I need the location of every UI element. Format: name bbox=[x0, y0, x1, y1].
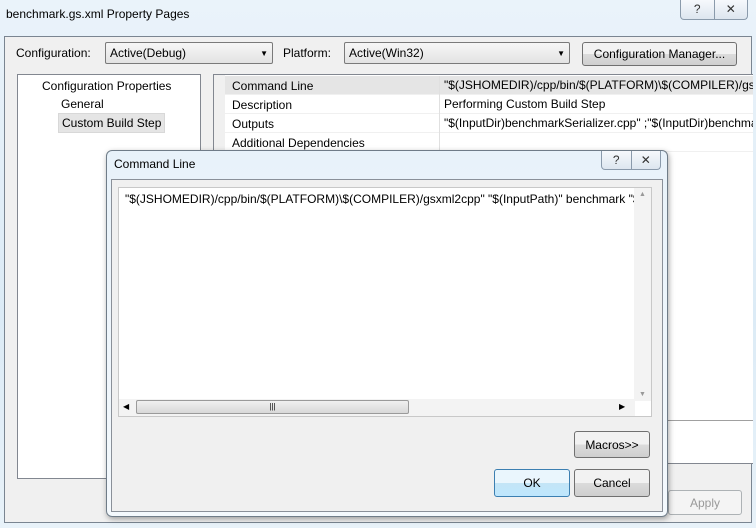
tree-item-custom-build-step[interactable]: Custom Build Step bbox=[58, 113, 166, 133]
tree-item-configuration-properties[interactable]: Configuration Properties bbox=[42, 79, 171, 93]
description-pane bbox=[668, 420, 753, 480]
vertical-scrollbar[interactable]: ▲ ▼ bbox=[634, 188, 651, 401]
grid-row-outputs[interactable]: Outputs "$(InputDir)benchmarkSerializer.c… bbox=[225, 114, 753, 133]
scroll-left-icon[interactable]: ◀ bbox=[123, 402, 129, 411]
row-value: Performing Custom Build Step bbox=[439, 95, 605, 114]
apply-button[interactable]: Apply bbox=[668, 490, 742, 515]
command-line-textarea[interactable]: "$(JSHOMEDIR)/cpp/bin/$(PLATFORM)\$(COMP… bbox=[118, 187, 652, 417]
scrollbar-thumb[interactable]: ||| bbox=[136, 400, 409, 414]
command-line-dialog: Command Line ? ✕ "$(JSHOMEDIR)/cpp/bin/$… bbox=[106, 150, 668, 517]
configuration-label: Configuration: bbox=[16, 46, 91, 60]
dialog-caption-buttons: ? ✕ bbox=[601, 151, 661, 170]
scroll-down-icon[interactable]: ▼ bbox=[639, 391, 646, 398]
dialog-help-button[interactable]: ? bbox=[602, 151, 632, 169]
dialog-close-button[interactable]: ✕ bbox=[632, 151, 661, 169]
row-value: "$(InputDir)benchmarkSerializer.cpp" ;"$… bbox=[439, 114, 753, 133]
platform-label: Platform: bbox=[283, 46, 332, 60]
horizontal-scrollbar[interactable]: ◀ ||| ▶ bbox=[119, 399, 635, 416]
cancel-button[interactable]: Cancel bbox=[574, 469, 650, 497]
grid-row-command-line[interactable]: Command Line "$(JSHOMEDIR)/cpp/bin/$(PLAT… bbox=[225, 76, 753, 95]
platform-select[interactable]: Active(Win32) ▼ bbox=[344, 42, 570, 64]
ok-button[interactable]: OK bbox=[494, 469, 570, 497]
scroll-up-icon[interactable]: ▲ bbox=[639, 191, 646, 198]
row-name: Description bbox=[232, 98, 293, 112]
configuration-manager-button[interactable]: Configuration Manager... bbox=[582, 42, 737, 66]
configuration-value: Active(Debug) bbox=[110, 46, 187, 60]
configuration-select[interactable]: Active(Debug) ▼ bbox=[105, 42, 273, 64]
scroll-right-icon[interactable]: ▶ bbox=[619, 402, 625, 411]
close-button[interactable]: ✕ bbox=[715, 0, 748, 19]
dialog-title: Command Line bbox=[114, 157, 196, 171]
platform-value: Active(Win32) bbox=[349, 46, 424, 60]
help-button[interactable]: ? bbox=[681, 0, 715, 19]
grid-row-description[interactable]: Description Performing Custom Build Step bbox=[225, 95, 753, 114]
command-line-text: "$(JSHOMEDIR)/cpp/bin/$(PLATFORM)\$(COMP… bbox=[125, 192, 635, 206]
chevron-down-icon: ▼ bbox=[260, 49, 268, 58]
row-name: Command Line bbox=[232, 79, 314, 93]
row-name: Additional Dependencies bbox=[232, 136, 365, 150]
caption-buttons: ? ✕ bbox=[680, 0, 748, 20]
row-value: "$(JSHOMEDIR)/cpp/bin/$(PLATFORM)\$(COMP… bbox=[439, 76, 753, 95]
window-title: benchmark.gs.xml Property Pages bbox=[6, 7, 190, 21]
chevron-down-icon: ▼ bbox=[557, 49, 565, 58]
row-name: Outputs bbox=[232, 117, 275, 131]
dialog-client: "$(JSHOMEDIR)/cpp/bin/$(PLATFORM)\$(COMP… bbox=[111, 179, 663, 512]
tree-item-general[interactable]: General bbox=[61, 97, 104, 111]
macros-button[interactable]: Macros>> bbox=[574, 431, 650, 458]
